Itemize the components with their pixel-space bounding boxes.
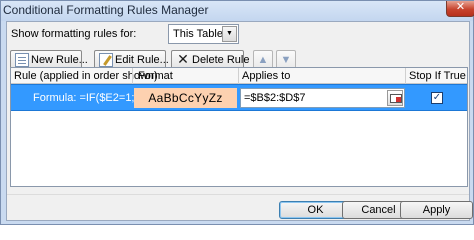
- title-bar[interactable]: Conditional Formatting Rules Manager: [1, 1, 473, 21]
- header-rule[interactable]: Rule (applied in order shown): [14, 70, 158, 82]
- stop-if-true-checkbox[interactable]: ✓: [431, 92, 443, 104]
- dialog-client-area: Show formatting rules for: This Table ▼ …: [6, 21, 473, 221]
- header-applies-to[interactable]: Applies to: [242, 70, 290, 82]
- show-rules-label: Show formatting rules for:: [11, 28, 137, 40]
- grid-header: Rule (applied in order shown) Format App…: [11, 68, 467, 84]
- edit-rule-label: Edit Rule...: [115, 54, 169, 66]
- delete-icon: ✕: [177, 51, 189, 67]
- edit-rule-icon: [99, 53, 113, 67]
- header-divider[interactable]: [238, 68, 239, 84]
- show-rules-dropdown[interactable]: This Table ▼: [168, 24, 239, 44]
- header-divider[interactable]: [405, 68, 406, 84]
- new-rule-label: New Rule...: [31, 54, 88, 66]
- applies-to-value: =$B$2:$D$7: [244, 92, 306, 104]
- close-icon: ✕: [455, 1, 466, 13]
- dropdown-arrow-icon[interactable]: ▼: [222, 26, 237, 42]
- new-rule-icon: [15, 53, 29, 67]
- window-title: Conditional Formatting Rules Manager: [3, 3, 209, 17]
- show-rules-selected: This Table: [173, 28, 223, 40]
- applies-to-field[interactable]: =$B$2:$D$7: [240, 88, 405, 108]
- rule-description: Formula: =IF($E2=1;T...: [33, 92, 150, 104]
- footer-divider: [7, 194, 469, 195]
- arrow-up-icon: ▲: [257, 54, 269, 66]
- rules-manager-dialog: Conditional Formatting Rules Manager ✕ S…: [0, 0, 474, 225]
- close-button[interactable]: ✕: [446, 1, 474, 17]
- delete-rule-label: Delete Rule: [192, 54, 250, 66]
- format-preview: AaBbCcYyZz: [134, 88, 237, 108]
- arrow-down-icon: ▼: [280, 54, 292, 66]
- apply-button[interactable]: Apply: [400, 201, 473, 219]
- range-picker-icon[interactable]: [387, 90, 403, 106]
- header-format[interactable]: Format: [138, 70, 173, 82]
- rule-row[interactable]: Formula: =IF($E2=1;T... AaBbCcYyZz =$B$2…: [11, 84, 467, 111]
- header-stop-if-true[interactable]: Stop If True: [409, 70, 466, 82]
- header-divider[interactable]: [132, 68, 133, 84]
- rules-grid[interactable]: Rule (applied in order shown) Format App…: [10, 67, 468, 187]
